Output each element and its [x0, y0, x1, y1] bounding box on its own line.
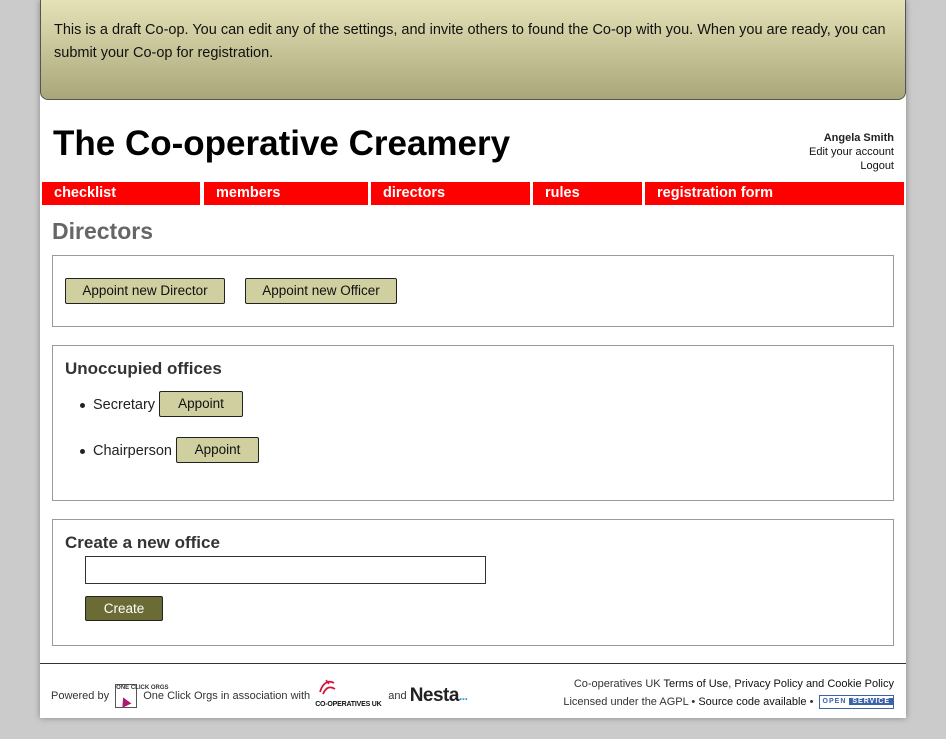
association-text: in association with: [220, 690, 311, 702]
nav-tab-directors[interactable]: directors: [371, 182, 530, 205]
organisation-title: The Co-operative Creamery: [53, 124, 511, 163]
appoint-new-officer-button[interactable]: Appoint new Officer: [245, 278, 397, 304]
footer-credits: Powered by ONE CLICK ORGS One Click Orgs…: [51, 679, 468, 708]
list-item: Chairperson: [80, 443, 172, 459]
office-name: Chairperson: [93, 443, 172, 459]
page-title: Directors: [52, 218, 153, 244]
nav-tab-members[interactable]: members: [204, 182, 368, 205]
unoccupied-offices-heading: Unoccupied offices: [65, 359, 222, 378]
open-service-badge-icon[interactable]: OPEN SERVICE: [818, 695, 894, 710]
license-text: Licensed under the AGPL: [563, 696, 689, 708]
coops-uk-text: Co-operatives UK: [573, 678, 661, 690]
list-item: Secretary: [80, 397, 155, 413]
separator-text: •: [809, 696, 814, 708]
terms-of-use-link[interactable]: Terms of Use: [664, 678, 729, 690]
main-navigation: checklist members directors rules regist…: [42, 182, 904, 205]
privacy-policy-link[interactable]: Privacy Policy and Cookie Policy: [734, 678, 894, 690]
office-name: Secretary: [93, 397, 156, 413]
draft-notice-banner: This is a draft Co-op. You can edit any …: [40, 0, 906, 100]
create-office-heading: Create a new office: [65, 533, 220, 552]
separator-text: •: [691, 696, 696, 708]
logout-link[interactable]: Logout: [809, 159, 894, 173]
oco-logo-text: ONE CLICK ORGS: [116, 685, 169, 691]
create-office-panel: Create a new office Create: [52, 519, 894, 646]
footer-divider: [40, 663, 906, 664]
and-text: and: [388, 690, 407, 702]
footer-legal-line-1: Co-operatives UK Terms of Use, Privacy P…: [563, 675, 894, 693]
nav-tab-registration-form[interactable]: registration form: [645, 182, 904, 205]
footer-legal-line-2: Licensed under the AGPL • Source code av…: [563, 693, 894, 711]
nav-tab-rules[interactable]: rules: [533, 182, 642, 205]
nesta-logo-icon[interactable]: Nesta...: [410, 685, 468, 706]
user-account-box: Angela Smith Edit your account Logout: [809, 131, 894, 173]
coop-logo-text: CO-OPERATIVES UK: [315, 701, 382, 708]
cursor-icon: [118, 695, 132, 708]
new-office-name-input[interactable]: [85, 556, 486, 584]
one-click-orgs-link[interactable]: One Click Orgs: [143, 690, 218, 702]
create-office-button[interactable]: Create: [85, 596, 163, 621]
nesta-dots: ...: [458, 688, 468, 703]
appoint-secretary-button[interactable]: Appoint: [159, 391, 243, 417]
badge-left-text: OPEN: [819, 698, 850, 706]
badge-right-text: SERVICE: [849, 698, 893, 706]
coop-swirl-icon: [319, 679, 336, 695]
nesta-text: Nesta: [409, 684, 460, 706]
draft-notice-text: This is a draft Co-op. You can edit any …: [54, 22, 886, 61]
edit-account-link[interactable]: Edit your account: [809, 145, 894, 159]
nav-tab-checklist[interactable]: checklist: [42, 182, 200, 205]
one-click-orgs-logo-icon[interactable]: ONE CLICK ORGS: [115, 684, 169, 708]
bullet-icon: [80, 402, 85, 408]
comma-text: ,: [728, 678, 732, 690]
director-actions-panel: Appoint new Director Appoint new Officer: [52, 255, 894, 327]
bullet-icon: [80, 448, 85, 454]
co-operatives-uk-logo-icon[interactable]: CO-OPERATIVES UK: [315, 679, 383, 708]
appoint-new-director-button[interactable]: Appoint new Director: [65, 278, 225, 304]
footer-legal: Co-operatives UK Terms of Use, Privacy P…: [563, 675, 894, 711]
powered-by-text: Powered by: [51, 690, 110, 702]
appoint-chairperson-button[interactable]: Appoint: [176, 437, 259, 463]
user-name: Angela Smith: [823, 132, 894, 144]
page-container: This is a draft Co-op. You can edit any …: [40, 0, 906, 718]
unoccupied-offices-panel: Unoccupied offices Secretary Appoint Cha…: [52, 345, 894, 501]
source-code-link[interactable]: Source code available: [698, 696, 806, 708]
